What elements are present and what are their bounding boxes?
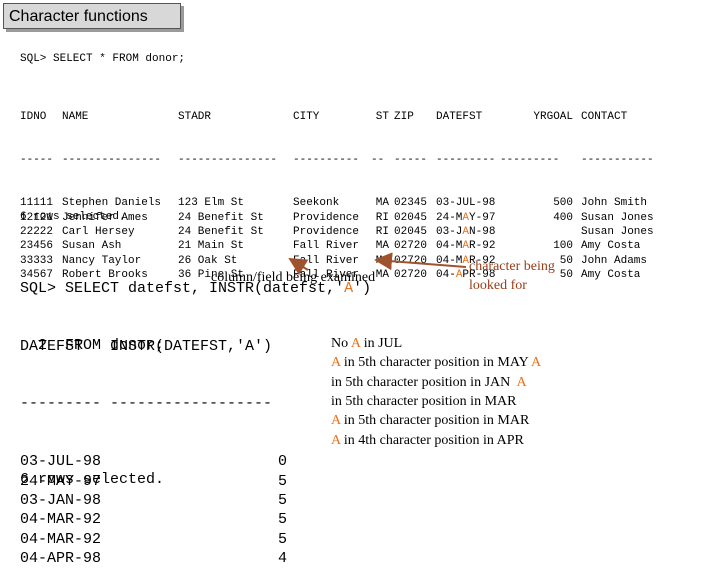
result-row: 04-APR-98 4 bbox=[20, 549, 287, 568]
char-arrow bbox=[374, 252, 467, 271]
result-note: A in 5th character position in MAY A bbox=[331, 355, 542, 371]
result-position: 4 bbox=[278, 549, 288, 567]
rows-selected-2: 6 rows selected. bbox=[20, 471, 165, 488]
result-note: No A in JUL bbox=[331, 336, 403, 351]
result-note: in 5th character position in JAN A bbox=[331, 374, 527, 390]
result-date: 04-MAR-92 bbox=[20, 530, 102, 548]
result-position: 5 bbox=[278, 491, 288, 509]
result-date: 04-MAR-92 bbox=[20, 511, 102, 529]
result-date: 03-JAN-98 bbox=[20, 491, 102, 509]
result-note: A in 4th character position in APR bbox=[331, 432, 524, 448]
result-table: DATEFST INSTR(DATEFST,'A') --------- ---… bbox=[20, 298, 287, 587]
result-note: A in 5th character position in MAR bbox=[331, 413, 530, 429]
result-row: 03-JUL-98 0 bbox=[20, 452, 287, 471]
result-row: 04-MAR-92 5 bbox=[20, 530, 287, 549]
result-position: 0 bbox=[278, 453, 288, 471]
result-date: 04-APR-98 bbox=[20, 549, 102, 567]
result-position: 5 bbox=[278, 530, 288, 548]
result-header: DATEFST INSTR(DATEFST,'A') bbox=[20, 337, 273, 355]
result-row: 03-JAN-98 5 bbox=[20, 491, 287, 510]
result-date: 03-JUL-98 bbox=[20, 453, 102, 471]
result-note: in 5th character position in MAR bbox=[331, 393, 517, 409]
result-position: 5 bbox=[278, 472, 288, 490]
result-position: 5 bbox=[278, 511, 288, 529]
field-arrow bbox=[288, 257, 309, 276]
result-row: 04-MAR-92 5 bbox=[20, 510, 287, 529]
result-divider: --------- ------------------ bbox=[20, 395, 273, 413]
